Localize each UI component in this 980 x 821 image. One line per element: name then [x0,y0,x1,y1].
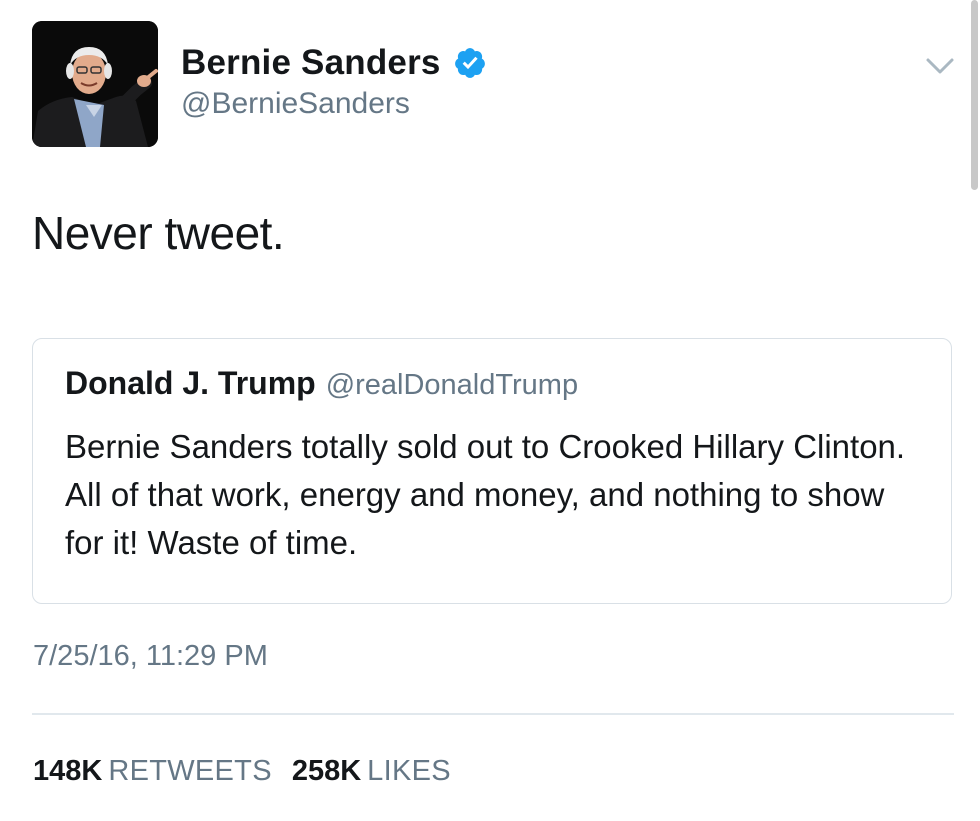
likes-label: LIKES [367,755,451,787]
quoted-tweet-card[interactable]: Donald J. Trump @realDonaldTrump Bernie S… [32,338,952,604]
tweet-timestamp: 7/25/16, 11:29 PM [33,640,268,672]
verified-badge-icon [453,46,487,80]
quoted-tweet-author-handle: @realDonaldTrump [325,369,579,401]
tweet-stats: 148K RETWEETS 258K LIKES [33,755,451,788]
retweets-label: RETWEETS [108,755,272,787]
quoted-tweet-header: Donald J. Trump @realDonaldTrump [65,365,578,402]
quoted-tweet-author-name: Donald J. Trump [65,365,316,401]
retweets-count: 148K [33,755,103,787]
quoted-tweet-text: Bernie Sanders totally sold out to Crook… [65,428,906,561]
likes-count: 258K [291,755,362,787]
chevron-down-icon[interactable] [922,50,958,80]
author-display-name[interactable]: Bernie Sanders [181,43,441,83]
avatar[interactable] [32,21,158,147]
author-name-row[interactable]: Bernie Sanders [181,40,487,86]
scrollbar[interactable] [971,0,978,190]
retweets-stat[interactable]: 148K RETWEETS [33,755,272,787]
tweet-text: Never tweet. [32,207,285,259]
author-handle[interactable]: @BernieSanders [181,87,410,121]
likes-stat[interactable]: 258K LIKES [292,755,451,787]
divider [32,713,954,715]
